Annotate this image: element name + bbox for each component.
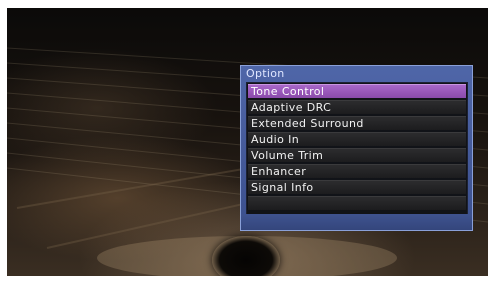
menu-item-tone-control[interactable]: Tone Control [248, 84, 466, 98]
menu-title: Option [246, 67, 285, 80]
menu-footer [241, 214, 472, 230]
menu-item-signal-info[interactable]: Signal Info [248, 180, 466, 194]
menu-item-adaptive-drc[interactable]: Adaptive DRC [248, 100, 466, 114]
menu-item-enhancer[interactable]: Enhancer [248, 164, 466, 178]
menu-item-empty [248, 196, 466, 210]
piano-sound-hole [212, 236, 280, 276]
menu-list: Tone Control Adaptive DRC Extended Surro… [246, 82, 468, 215]
menu-item-volume-trim[interactable]: Volume Trim [248, 148, 466, 162]
option-menu: Option Tone Control Adaptive DRC Extende… [240, 65, 473, 231]
menu-item-extended-surround[interactable]: Extended Surround [248, 116, 466, 130]
menu-item-audio-in[interactable]: Audio In [248, 132, 466, 146]
